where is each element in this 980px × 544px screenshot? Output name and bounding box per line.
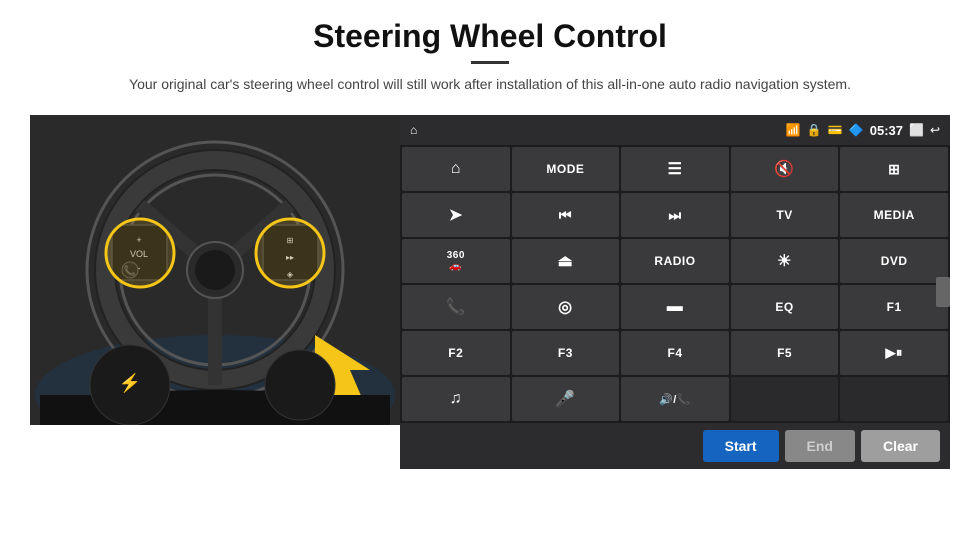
cam360-button[interactable]: 360🚗 bbox=[402, 239, 510, 283]
media-button[interactable]: MEDIA bbox=[840, 193, 948, 237]
car-image-container: + VOL - 📞 ⊞ ▸▸ ◈ bbox=[30, 115, 400, 425]
tv-button[interactable]: TV bbox=[731, 193, 839, 237]
music-button[interactable]: ♫ bbox=[402, 377, 510, 421]
f5-button[interactable]: F5 bbox=[731, 331, 839, 375]
f1-button[interactable]: F1 bbox=[840, 285, 948, 329]
nav-button[interactable]: ⌂ bbox=[402, 147, 510, 191]
panel-wrapper: ⌂ 📶 🔒 💳 🔷 05:37 ⬜ ↩ ⌂ bbox=[400, 115, 950, 469]
screen-button[interactable]: ▬ bbox=[621, 285, 729, 329]
navi-button[interactable]: ◎ bbox=[512, 285, 620, 329]
empty-btn-1 bbox=[731, 377, 839, 421]
mute-button[interactable]: 🔇 bbox=[731, 147, 839, 191]
svg-text:⚡: ⚡ bbox=[119, 372, 141, 394]
page-title: Steering Wheel Control bbox=[129, 18, 851, 55]
apps-button[interactable]: ⊞ bbox=[840, 147, 948, 191]
list-button[interactable]: ☰ bbox=[621, 147, 729, 191]
status-right: 📶 🔒 💳 🔷 05:37 ⬜ ↩ bbox=[786, 123, 940, 138]
vol-phone-button[interactable]: 🔊/📞 bbox=[621, 377, 729, 421]
mode-button[interactable]: MODE bbox=[512, 147, 620, 191]
bottom-bar: Start End Clear bbox=[400, 423, 950, 469]
wifi-icon: 📶 bbox=[786, 123, 801, 137]
page-subtitle: Your original car's steering wheel contr… bbox=[129, 74, 851, 95]
status-bar: ⌂ 📶 🔒 💳 🔷 05:37 ⬜ ↩ bbox=[400, 115, 950, 145]
status-time: 05:37 bbox=[870, 123, 903, 138]
radio-button[interactable]: RADIO bbox=[621, 239, 729, 283]
sd-icon: 💳 bbox=[828, 123, 843, 137]
control-panel: ⌂ 📶 🔒 💳 🔷 05:37 ⬜ ↩ ⌂ bbox=[400, 115, 950, 469]
play-pause-button[interactable]: ▶⏸ bbox=[840, 331, 948, 375]
lock-icon: 🔒 bbox=[807, 123, 822, 137]
eject-button[interactable]: ⏏ bbox=[512, 239, 620, 283]
phone-button[interactable]: 📞 bbox=[402, 285, 510, 329]
scroll-indicator[interactable] bbox=[936, 277, 950, 307]
title-section: Steering Wheel Control Your original car… bbox=[129, 18, 851, 109]
f4-button[interactable]: F4 bbox=[621, 331, 729, 375]
mic-button[interactable]: 🎤 bbox=[512, 377, 620, 421]
screen-icon: ⬜ bbox=[909, 123, 924, 137]
start-button[interactable]: Start bbox=[703, 430, 779, 462]
button-grid: ⌂ MODE ☰ 🔇 ⊞ ➤ ⏮ ⏭ TV MEDIA 360🚗 ⏏ RADIO… bbox=[400, 145, 950, 423]
car-image-svg: + VOL - 📞 ⊞ ▸▸ ◈ bbox=[30, 115, 400, 425]
page-container: Steering Wheel Control Your original car… bbox=[0, 0, 980, 544]
eq-button[interactable]: EQ bbox=[731, 285, 839, 329]
status-left: ⌂ bbox=[410, 123, 417, 137]
bt-icon: 🔷 bbox=[849, 123, 864, 137]
f3-button[interactable]: F3 bbox=[512, 331, 620, 375]
home-status-icon: ⌂ bbox=[410, 123, 417, 137]
f2-button[interactable]: F2 bbox=[402, 331, 510, 375]
prev-button[interactable]: ⏮ bbox=[512, 193, 620, 237]
end-button[interactable]: End bbox=[785, 430, 855, 462]
brightness-button[interactable]: ☀ bbox=[731, 239, 839, 283]
dvd-button[interactable]: DVD bbox=[840, 239, 948, 283]
back-icon: ↩ bbox=[930, 123, 940, 137]
title-divider bbox=[471, 61, 509, 64]
next-button[interactable]: ⏭ bbox=[621, 193, 729, 237]
clear-button[interactable]: Clear bbox=[861, 430, 940, 462]
content-row: + VOL - 📞 ⊞ ▸▸ ◈ bbox=[30, 115, 950, 469]
send-button[interactable]: ➤ bbox=[402, 193, 510, 237]
empty-btn-2 bbox=[840, 377, 948, 421]
